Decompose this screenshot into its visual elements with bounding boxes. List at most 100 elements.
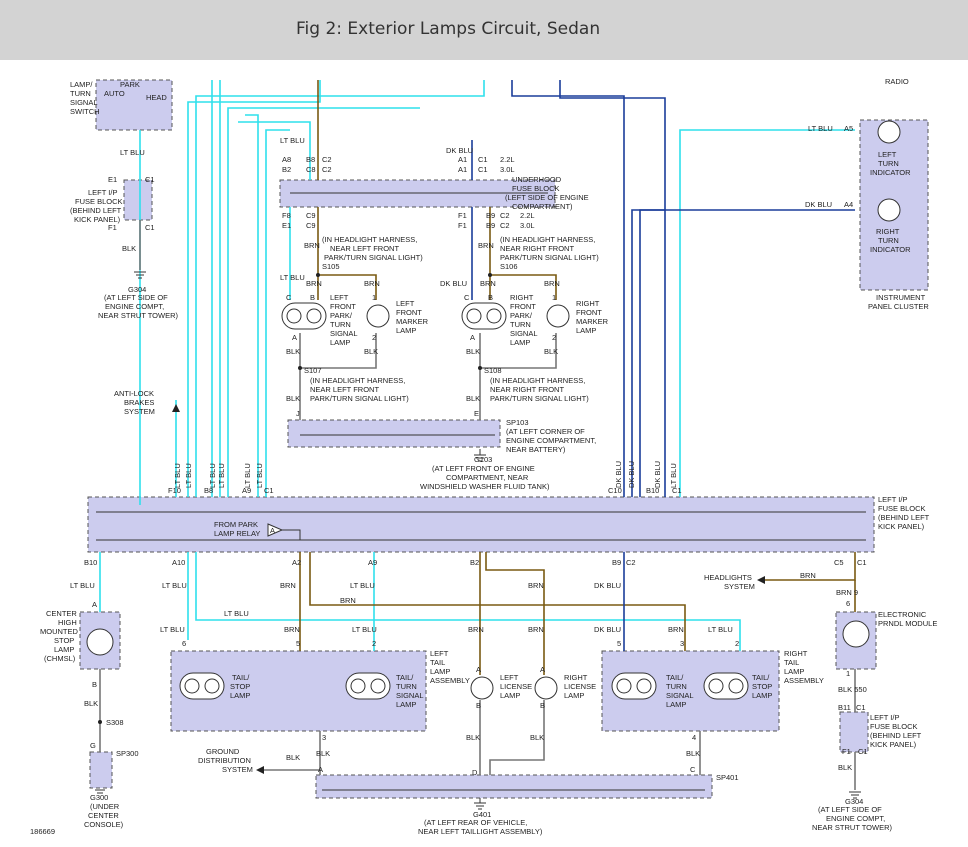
label-s106: S106 (500, 262, 518, 271)
term-b9-b: B9 (486, 221, 495, 230)
term-e1b: E1 (282, 221, 291, 230)
label-sp103: SP103 (506, 418, 529, 427)
term-c2-d: C2 (500, 221, 510, 230)
splice-s308-dot (98, 720, 102, 724)
wire-ltblu-cluster (679, 129, 855, 497)
label-rfp-1: RIGHT (510, 293, 534, 302)
term-a10: A10 (172, 558, 185, 567)
label-switch-3: SIGNAL (70, 98, 98, 107)
term-c2-c: C2 (500, 211, 510, 220)
label-g401-1: (AT LEFT REAR OF VEHICLE, (424, 818, 527, 827)
label-rti-3: INDICATOR (870, 245, 911, 254)
term-c-sp401: C (690, 765, 696, 774)
label-fb-left-1: LEFT I/P (88, 188, 117, 197)
label-rts-2: STOP (752, 682, 772, 691)
label-s107-3: PARK/TURN SIGNAL LIGHT) (310, 394, 409, 403)
term-c-rfp: C (464, 293, 470, 302)
label-relay-tag: A (270, 526, 275, 535)
label-gd-1: GROUND (206, 747, 240, 756)
label-headlights-2: SYSTEM (724, 582, 755, 591)
label-rt-4: ASSEMBLY (784, 676, 824, 685)
label-uh-4: COMPARTMENT) (512, 202, 573, 211)
sp401-splice-pack (315, 774, 713, 799)
label-lfp-1: LEFT (330, 293, 349, 302)
term-b-lfp: B (310, 293, 315, 302)
label-abs-1: ANTI-LOCK (114, 389, 154, 398)
term-c1-fb2: C1 (672, 486, 682, 495)
label-rfm-3: MARKER (576, 317, 609, 326)
label-g300: G300 (90, 793, 108, 802)
label-dkblu-b9: DK BLU (594, 581, 621, 590)
label-relay-2: LAMP RELAY (214, 529, 260, 538)
term-b-chmsl: B (92, 680, 97, 689)
label-brn-rfp: BRN (480, 279, 496, 288)
label-rt-1: RIGHT (784, 649, 808, 658)
term-c1-uh-a: C1 (478, 155, 488, 164)
ground-g401-icon (474, 798, 486, 810)
label-brn-ll: BRN (468, 625, 484, 634)
term-f1b-b: F1 (458, 221, 467, 230)
label-fbb-1: LEFT I/P (870, 713, 899, 722)
term-c9-b: C9 (306, 221, 316, 230)
splice-s106-dot (488, 273, 492, 277)
label-ltt-4: LAMP (396, 700, 416, 709)
label-chmsl-2: HIGH (58, 618, 77, 627)
label-lt-1: LEFT (430, 649, 449, 658)
label-chmsl-4: STOP (54, 636, 74, 645)
left-turn-indicator-lamp (877, 120, 901, 144)
label-ltblu-mid: LT BLU (224, 609, 249, 618)
label-lfp-2: FRONT (330, 302, 356, 311)
label-s106-2: NEAR RIGHT FRONT (500, 244, 574, 253)
term-c1-c5: C1 (857, 558, 867, 567)
label-blk-rfm: BLK (544, 347, 558, 356)
term-c2-b: C2 (322, 165, 332, 174)
term-6-prndl: 6 (846, 599, 850, 608)
label-rtt-1: TAIL/ (666, 673, 684, 682)
label-blk550: BLK 550 (838, 685, 867, 694)
label-lfp-3: PARK/ (330, 311, 353, 320)
term-3-rt: 3 (680, 639, 684, 648)
sp300-splice-pack (89, 751, 113, 789)
label-gd-3: SYSTEM (222, 765, 253, 774)
label-sp103-3: NEAR BATTERY) (506, 445, 566, 454)
label-blk-chmsl: BLK (84, 699, 98, 708)
label-blk-lfm: BLK (364, 347, 378, 356)
left-tail-stop-lamp (179, 672, 225, 700)
label-brn-headlights: BRN (800, 571, 816, 580)
label-blk-lfp: BLK (286, 347, 300, 356)
term-c1-a: C1 (145, 175, 155, 184)
term-f1b-a: F1 (458, 211, 467, 220)
label-brn-lfp: BRN (306, 279, 322, 288)
term-5-lt: 5 (296, 639, 300, 648)
label-uh-3: (LEFT SIDE OF ENGINE (505, 193, 589, 202)
term-b10b: B10 (84, 558, 97, 567)
label-22l-b: 2.2L (520, 211, 535, 220)
label-fb-left-3: (BEHIND LEFT (70, 206, 122, 215)
prndl-lamp (842, 620, 870, 648)
label-ltblu-cluster: LT BLU (808, 124, 833, 133)
term-a-sp401: A (318, 765, 323, 774)
term-c1-fb: C1 (264, 486, 274, 495)
label-sp103-2: ENGINE COMPARTMENT, (506, 436, 596, 445)
label-blk-rfp: BLK (466, 347, 480, 356)
label-blk-ll: BLK (466, 733, 480, 742)
label-brn-rfm: BRN (544, 279, 560, 288)
label-lti-2: TURN (878, 159, 899, 168)
label-rl-3: LAMP (564, 691, 584, 700)
wiring-diagram: LAMP/ TURN SIGNAL SWITCH PARK AUTO HEAD … (30, 77, 937, 836)
left-tail-turn-lamp (345, 672, 391, 700)
label-ltblu-uh: LT BLU (280, 136, 305, 145)
term-c2b: C2 (626, 558, 636, 567)
label-sp401: SP401 (716, 773, 739, 782)
vlabel-ltblu-5: LT BLU (243, 463, 252, 488)
arrow-headlights-icon (757, 576, 765, 584)
label-s308: S308 (106, 718, 124, 727)
lf-marker-lamp (366, 304, 390, 328)
term-2-lfm: 2 (372, 333, 376, 342)
label-ipfb-4: KICK PANEL) (878, 522, 925, 531)
arrow-abs-icon (172, 404, 180, 412)
label-ltblu-lfp: LT BLU (280, 273, 305, 282)
chmsl-lamp (86, 628, 114, 656)
label-rl-2: LICENSE (564, 682, 596, 691)
label-ltblu-lt1: LT BLU (160, 625, 185, 634)
